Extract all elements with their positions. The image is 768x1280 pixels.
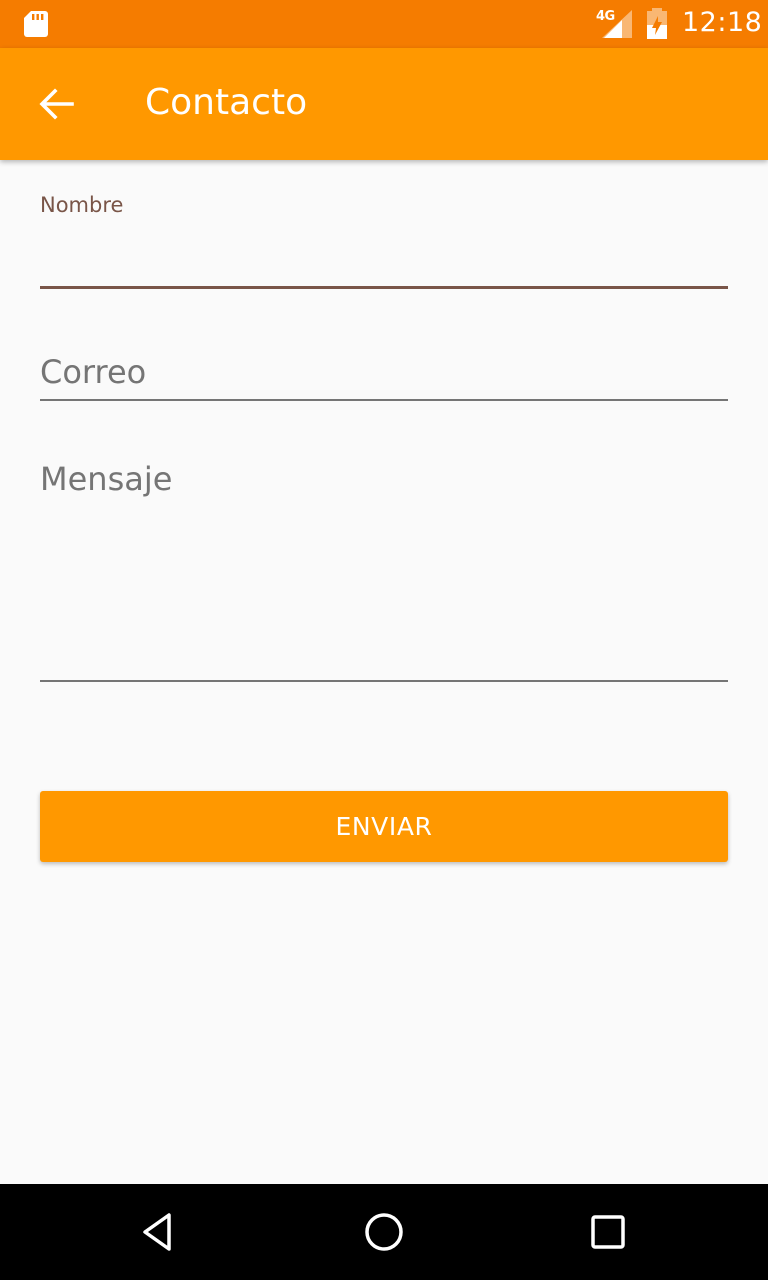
nav-back-icon [143,1213,171,1251]
battery-icon [647,8,667,39]
navigation-bar [0,1184,768,1280]
signal-icon [602,10,632,38]
sd-card-icon [24,11,48,37]
nombre-label: Nombre [40,193,124,217]
correo-input[interactable] [40,344,728,401]
nav-home-icon [365,1213,403,1251]
app-bar: Contacto [0,48,768,160]
send-button[interactable]: ENVIAR [40,791,728,862]
nav-recents-icon [591,1215,625,1249]
nav-recents-button[interactable] [584,1208,632,1256]
page-title: Contacto [145,82,308,123]
mensaje-input[interactable] [40,455,728,682]
nav-back-button[interactable] [136,1208,184,1256]
nav-home-button[interactable] [360,1208,408,1256]
back-button[interactable] [28,76,84,132]
status-bar: 4G 12:18 [0,0,768,48]
nombre-input[interactable] [40,226,728,289]
arrow-back-icon [39,88,74,120]
status-clock: 12:18 [682,7,763,38]
